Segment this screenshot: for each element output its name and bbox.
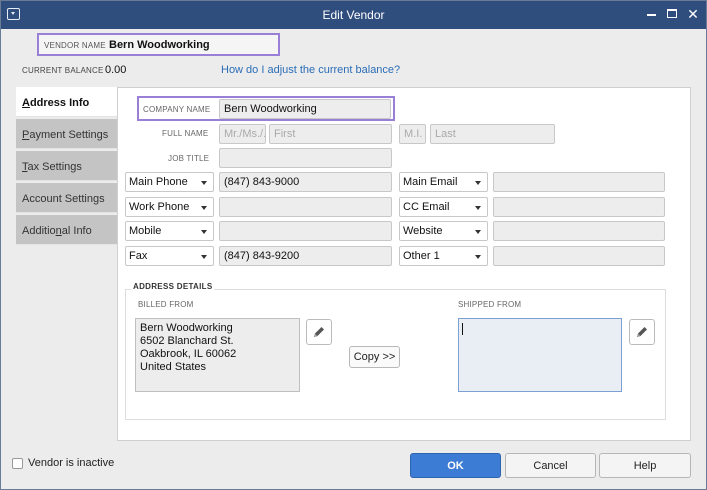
help-button[interactable]: Help [599, 453, 691, 478]
phone-type-select-1[interactable]: Main Phone [125, 172, 214, 192]
middle-initial-input[interactable]: M.I. [399, 124, 426, 144]
cc-email-input[interactable] [493, 197, 665, 217]
ok-button[interactable]: OK [410, 453, 501, 478]
tab-additional-info[interactable]: Additional Info [16, 215, 117, 245]
maximize-icon [667, 9, 677, 18]
phone-type-select-3[interactable]: Mobile [125, 221, 214, 241]
shipped-from-label: SHIPPED FROM [458, 300, 522, 309]
edit-billed-address-button[interactable] [306, 319, 332, 345]
other-type-select[interactable]: Other 1 [399, 246, 488, 266]
first-name-input[interactable]: First [269, 124, 392, 144]
billed-from-address[interactable]: Bern Woodworking 6502 Blanchard St. Oakb… [135, 318, 300, 392]
close-button[interactable]: ✕ [684, 5, 702, 23]
text-cursor [462, 323, 463, 335]
vendor-name-value: Bern Woodworking [109, 39, 210, 51]
fax-input[interactable]: (847) 843-9200 [219, 246, 392, 266]
copy-address-button[interactable]: Copy >> [349, 346, 400, 368]
tab-address-info[interactable]: Address Info [16, 87, 117, 117]
chevron-down-icon [201, 230, 207, 234]
phone-type-select-4[interactable]: Fax [125, 246, 214, 266]
vendor-inactive-label: Vendor is inactive [28, 457, 115, 469]
vendor-name-field[interactable]: VENDOR NAME Bern Woodworking [37, 33, 280, 56]
chevron-down-icon [475, 255, 481, 259]
minimize-button[interactable] [643, 5, 661, 23]
chevron-down-icon [201, 255, 207, 259]
website-type-select[interactable]: Website [399, 221, 488, 241]
chevron-down-icon [475, 206, 481, 210]
tab-tax-settings[interactable]: Tax Settings [16, 151, 117, 181]
current-balance-value: 0.00 [105, 64, 127, 76]
tab-account-settings[interactable]: Account Settings [16, 183, 117, 213]
vendor-name-label: VENDOR NAME [44, 41, 106, 50]
full-name-label: FULL NAME [162, 129, 209, 138]
title-bar: Edit Vendor ✕ [1, 1, 706, 29]
last-name-input[interactable]: Last [430, 124, 555, 144]
window-title: Edit Vendor [322, 8, 385, 22]
tab-payment-settings[interactable]: Payment Settings [16, 119, 117, 149]
adjust-balance-link[interactable]: How do I adjust the current balance? [221, 64, 400, 76]
chevron-down-icon [475, 181, 481, 185]
other-input[interactable] [493, 246, 665, 266]
company-name-input[interactable]: Bern Woodworking [219, 99, 391, 119]
maximize-button[interactable] [663, 5, 681, 23]
job-title-label: JOB TITLE [168, 154, 210, 163]
chevron-down-icon [475, 230, 481, 234]
work-phone-input[interactable] [219, 197, 392, 217]
job-title-input[interactable] [219, 148, 392, 168]
chevron-down-icon [201, 181, 207, 185]
current-balance-label: CURRENT BALANCE [22, 66, 104, 75]
cancel-button[interactable]: Cancel [505, 453, 596, 478]
email-type-select-2[interactable]: CC Email [399, 197, 488, 217]
salutation-input[interactable]: Mr./Ms./... [219, 124, 266, 144]
shipped-from-address[interactable] [458, 318, 622, 392]
main-phone-input[interactable]: (847) 843-9000 [219, 172, 392, 192]
chevron-down-icon [201, 206, 207, 210]
website-input[interactable] [493, 221, 665, 241]
main-email-input[interactable] [493, 172, 665, 192]
pencil-icon [314, 327, 324, 337]
billed-from-label: BILLED FROM [138, 300, 194, 309]
pencil-icon [637, 327, 647, 337]
phone-type-select-2[interactable]: Work Phone [125, 197, 214, 217]
company-name-label: COMPANY NAME [143, 105, 211, 114]
edit-vendor-window: Edit Vendor ✕ VENDOR NAME Bern Woodworki… [0, 0, 707, 490]
vendor-inactive-checkbox[interactable] [12, 458, 23, 469]
edit-shipped-address-button[interactable] [629, 319, 655, 345]
minimize-icon [647, 14, 656, 16]
close-icon: ✕ [687, 6, 699, 22]
email-type-select-1[interactable]: Main Email [399, 172, 488, 192]
mobile-input[interactable] [219, 221, 392, 241]
address-details-label: ADDRESS DETAILS [131, 282, 215, 291]
